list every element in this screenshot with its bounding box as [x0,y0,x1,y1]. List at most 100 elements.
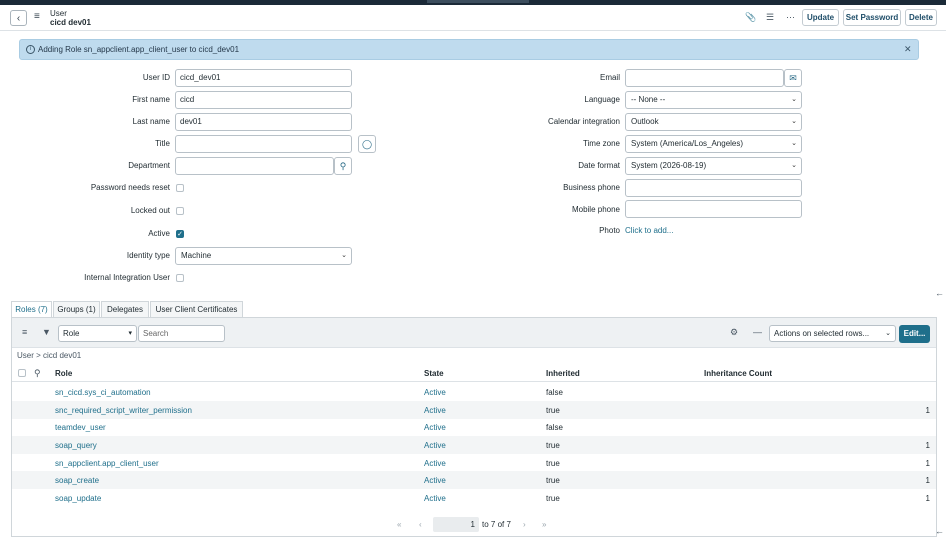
list-toolbar: ≡ ▼ Role ▾ Search ⚙ — Actions on selected… [12,318,936,348]
language-value: -- None -- [631,95,666,104]
actions-select[interactable]: Actions on selected rows... ⌄ [769,325,896,342]
role-link[interactable]: sn_appclient.app_client_user [55,459,159,468]
active-checkbox[interactable]: ✓ [176,230,184,238]
arrow-left-icon[interactable]: ← [935,288,944,298]
first-page-icon[interactable]: « [397,520,401,530]
time-zone-select[interactable]: System (America/Los_Angeles) ⌄ [625,135,802,153]
role-link[interactable]: sn_cicd.sys_ci_automation [55,388,151,397]
record-name: cicd dev01 [50,18,91,27]
state-cell[interactable]: Active [424,406,446,415]
filter-icon[interactable]: ▼ [42,327,51,337]
locked-out-checkbox[interactable] [176,207,184,215]
time-zone-value: System (America/Los_Angeles) [631,139,744,148]
settings-sliders-icon[interactable]: ☰ [766,13,774,22]
gear-icon[interactable]: ⚙ [730,327,738,337]
role-link[interactable]: soap_query [55,441,97,450]
password-needs-reset-label: Password needs reset [90,183,170,192]
column-header-role[interactable]: Role [55,369,72,378]
email-label: Email [599,73,620,82]
list-search-input[interactable]: Search [138,325,225,342]
tab-roles[interactable]: Roles (7) [11,301,52,317]
previous-page-icon[interactable]: ‹ [419,520,422,530]
state-cell[interactable]: Active [424,423,446,432]
chevron-down-icon: ⌄ [885,330,891,337]
active-label: Active [148,229,170,238]
page-range-text: to 7 of 7 [482,520,511,529]
chevron-down-icon: ⌄ [791,162,797,169]
business-phone-field[interactable] [625,179,802,197]
more-options-icon[interactable]: ⋯ [786,13,795,22]
chevron-down-icon: ⌄ [791,140,797,147]
inheritance-count-cell: 1 [925,441,930,450]
delete-button[interactable]: Delete [905,9,937,26]
date-format-value: System (2026-08-19) [631,161,707,170]
record-type: User [50,9,67,18]
list-menu-icon[interactable]: ≡ [22,327,27,337]
internal-integration-user-checkbox[interactable] [176,274,184,282]
back-button[interactable]: ‹ [10,10,27,26]
info-icon: i [26,45,35,54]
first-name-field[interactable]: cicd [175,91,352,109]
search-field-value: Role [63,329,80,338]
calendar-integration-select[interactable]: Outlook ⌄ [625,113,802,131]
identity-type-select[interactable]: Machine ⌄ [175,247,352,265]
user-id-field[interactable]: cicd_dev01 [175,69,352,87]
business-phone-label: Business phone [563,183,620,192]
state-cell[interactable]: Active [424,476,446,485]
column-header-inherited[interactable]: Inherited [546,369,580,378]
envelope-icon[interactable]: ✉ [784,69,802,87]
last-name-field[interactable]: dev01 [175,113,352,131]
close-icon[interactable]: ✕ [904,44,912,54]
photo-label: Photo [599,226,620,235]
lightbulb-icon[interactable]: ◯ [358,135,376,153]
role-link[interactable]: soap_update [55,494,101,503]
chevron-down-icon: ⌄ [791,96,797,103]
table-row: soap_create Active true 1 [12,471,936,489]
select-all-checkbox[interactable] [18,369,26,377]
search-field-select[interactable]: Role ▾ [58,325,137,342]
chevron-down-icon: ⌄ [791,118,797,125]
state-cell[interactable]: Active [424,441,446,450]
tab-user-client-certificates[interactable]: User Client Certificates [150,301,243,317]
inheritance-count-cell: 1 [925,476,930,485]
title-field[interactable] [175,135,352,153]
page-number-input[interactable]: 1 [433,517,479,532]
table-row: snc_required_script_writer_permission Ac… [12,401,936,419]
last-page-icon[interactable]: » [542,520,546,530]
email-field[interactable] [625,69,784,87]
arrow-left-icon[interactable]: ← [935,526,944,536]
state-cell[interactable]: Active [424,459,446,468]
state-cell[interactable]: Active [424,494,446,503]
state-cell[interactable]: Active [424,388,446,397]
inherited-cell: true [546,441,560,450]
search-icon[interactable]: ⚲ [334,157,352,175]
context-menu-icon[interactable]: ≡ [34,12,40,22]
tab-delegates[interactable]: Delegates [101,301,149,317]
department-field[interactable] [175,157,334,175]
mobile-phone-field[interactable] [625,200,802,218]
password-needs-reset-checkbox[interactable] [176,184,184,192]
search-icon[interactable]: ⚲ [34,368,41,378]
set-password-button[interactable]: Set Password [843,9,901,26]
role-link[interactable]: snc_required_script_writer_permission [55,406,192,415]
table-row: soap_update Active true 1 [12,489,936,507]
breadcrumb[interactable]: User > cicd dev01 [17,351,81,361]
tab-groups[interactable]: Groups (1) [53,301,100,317]
edit-button[interactable]: Edit... [899,325,930,343]
table-row: teamdev_user Active false [12,418,936,436]
language-select[interactable]: -- None -- ⌄ [625,91,802,109]
date-format-label: Date format [578,161,620,170]
paperclip-icon[interactable]: 📎 [745,13,756,22]
role-link[interactable]: teamdev_user [55,423,106,432]
inherited-cell: false [546,388,563,397]
collapse-icon[interactable]: — [753,327,762,337]
next-page-icon[interactable]: › [523,520,526,530]
role-link[interactable]: soap_create [55,476,99,485]
date-format-select[interactable]: System (2026-08-19) ⌄ [625,157,802,175]
photo-add-link[interactable]: Click to add... [625,226,673,236]
column-header-state[interactable]: State [424,369,444,378]
update-button[interactable]: Update [802,9,839,26]
column-header-inheritance-count[interactable]: Inheritance Count [704,369,772,378]
language-label: Language [584,95,620,104]
table-row: sn_appclient.app_client_user Active true… [12,454,936,472]
